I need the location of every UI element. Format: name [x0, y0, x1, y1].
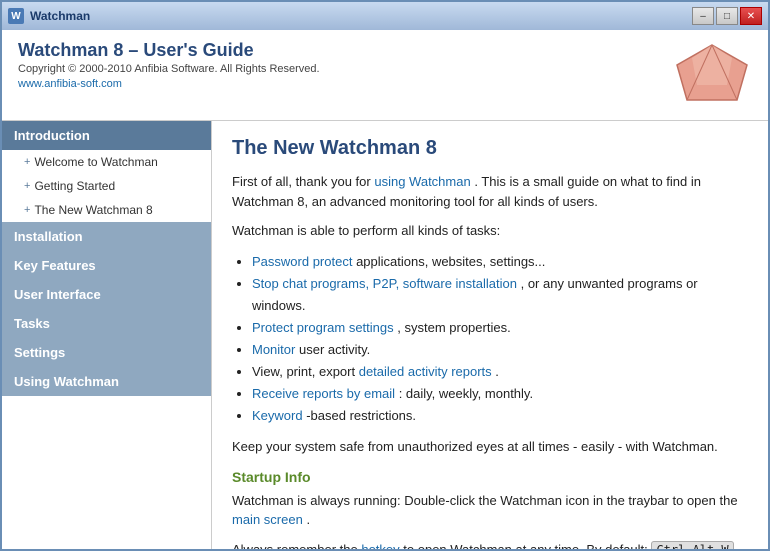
email-reports-link[interactable]: Receive reports by email: [252, 386, 395, 401]
plus-icon: +: [24, 156, 30, 168]
header-text-block: Watchman 8 – User's Guide Copyright © 20…: [18, 40, 320, 90]
using-watchman-link[interactable]: using Watchman: [374, 174, 470, 189]
close-button[interactable]: ✕: [740, 7, 762, 25]
protect-settings-link[interactable]: Protect program settings: [252, 320, 394, 335]
intro-text-1: First of all, thank you for: [232, 174, 371, 189]
startup-para-1: Watchman is always running: Double-click…: [232, 491, 748, 530]
website-link[interactable]: www.anfibia-soft.com: [18, 78, 122, 90]
sidebar-section-tasks[interactable]: Tasks: [2, 309, 211, 338]
minimize-button[interactable]: –: [692, 7, 714, 25]
sidebar-item-getting-started[interactable]: + Getting Started: [2, 174, 211, 198]
startup-text-1: Watchman is always running: Double-click…: [232, 493, 738, 508]
copyright-text: Copyright © 2000-2010 Anfibia Software. …: [18, 63, 320, 75]
list-item: Password protect applications, websites,…: [252, 251, 748, 273]
sidebar-item-label: Welcome to Watchman: [34, 155, 157, 169]
hotkey-link[interactable]: hotkey: [361, 542, 399, 549]
sidebar-item-new-watchman[interactable]: + The New Watchman 8: [2, 198, 211, 222]
list-item: Stop chat programs, P2P, software instal…: [252, 273, 748, 317]
logo-image: [672, 40, 752, 110]
sidebar-section-using-watchman[interactable]: Using Watchman: [2, 367, 211, 396]
sidebar-section-user-interface[interactable]: User Interface: [2, 280, 211, 309]
list-item-text: : daily, weekly, monthly.: [399, 386, 533, 401]
main-screen-link[interactable]: main screen: [232, 512, 303, 527]
content-title: The New Watchman 8: [232, 137, 748, 160]
plus-icon: +: [24, 204, 30, 216]
sidebar-section-introduction[interactable]: Introduction: [2, 121, 211, 150]
list-item-text: user activity.: [299, 342, 370, 357]
features-list: Password protect applications, websites,…: [252, 251, 748, 428]
startup-text-2b: to open Watchman at any time. By default…: [403, 542, 647, 549]
startup-text-2a: Always remember the: [232, 542, 358, 549]
list-item-text: , system properties.: [397, 320, 510, 335]
titlebar: W Watchman – □ ✕: [2, 2, 768, 30]
sidebar-item-label: The New Watchman 8: [34, 203, 152, 217]
list-item-text: View, print, export: [252, 364, 359, 379]
main-area: Introduction + Welcome to Watchman + Get…: [2, 121, 768, 549]
sidebar-item-welcome[interactable]: + Welcome to Watchman: [2, 150, 211, 174]
password-protect-link[interactable]: Password protect: [252, 254, 352, 269]
activity-reports-link[interactable]: detailed activity reports: [359, 364, 492, 379]
list-item: View, print, export detailed activity re…: [252, 361, 748, 383]
list-item: Receive reports by email : daily, weekly…: [252, 383, 748, 405]
safety-para: Keep your system safe from unauthorized …: [232, 437, 748, 457]
startup-heading: Startup Info: [232, 469, 748, 485]
list-item-text: .: [495, 364, 499, 379]
keyword-link[interactable]: Keyword: [252, 408, 303, 423]
stop-chat-link[interactable]: Stop chat programs, P2P, software instal…: [252, 276, 517, 291]
sidebar: Introduction + Welcome to Watchman + Get…: [2, 121, 212, 549]
plus-icon: +: [24, 180, 30, 192]
list-item: Monitor user activity.: [252, 339, 748, 361]
sidebar-item-label: Getting Started: [34, 179, 115, 193]
list-item: Protect program settings , system proper…: [252, 317, 748, 339]
header: Watchman 8 – User's Guide Copyright © 20…: [2, 30, 768, 121]
list-item-text: applications, websites, settings...: [356, 254, 545, 269]
content-area: The New Watchman 8 First of all, thank y…: [212, 121, 768, 549]
titlebar-buttons: – □ ✕: [692, 7, 762, 25]
sidebar-section-settings[interactable]: Settings: [2, 338, 211, 367]
app-title: Watchman 8 – User's Guide: [18, 40, 320, 61]
startup-para-2: Always remember the hotkey to open Watch…: [232, 540, 748, 549]
list-item-text: -based restrictions.: [306, 408, 416, 423]
monitor-link[interactable]: Monitor: [252, 342, 295, 357]
sidebar-section-key-features[interactable]: Key Features: [2, 251, 211, 280]
app-icon: W: [8, 8, 24, 24]
startup-text-1b: .: [306, 512, 310, 527]
sidebar-section-installation[interactable]: Installation: [2, 222, 211, 251]
app-window: W Watchman – □ ✕ Watchman 8 – User's Gui…: [0, 0, 770, 551]
maximize-button[interactable]: □: [716, 7, 738, 25]
list-item: Keyword -based restrictions.: [252, 405, 748, 427]
intro-paragraph: First of all, thank you for using Watchm…: [232, 172, 748, 211]
window-title: Watchman: [30, 9, 692, 23]
tasks-intro: Watchman is able to perform all kinds of…: [232, 221, 748, 241]
hotkey-kbd: Ctrl-Alt-W: [651, 541, 733, 549]
